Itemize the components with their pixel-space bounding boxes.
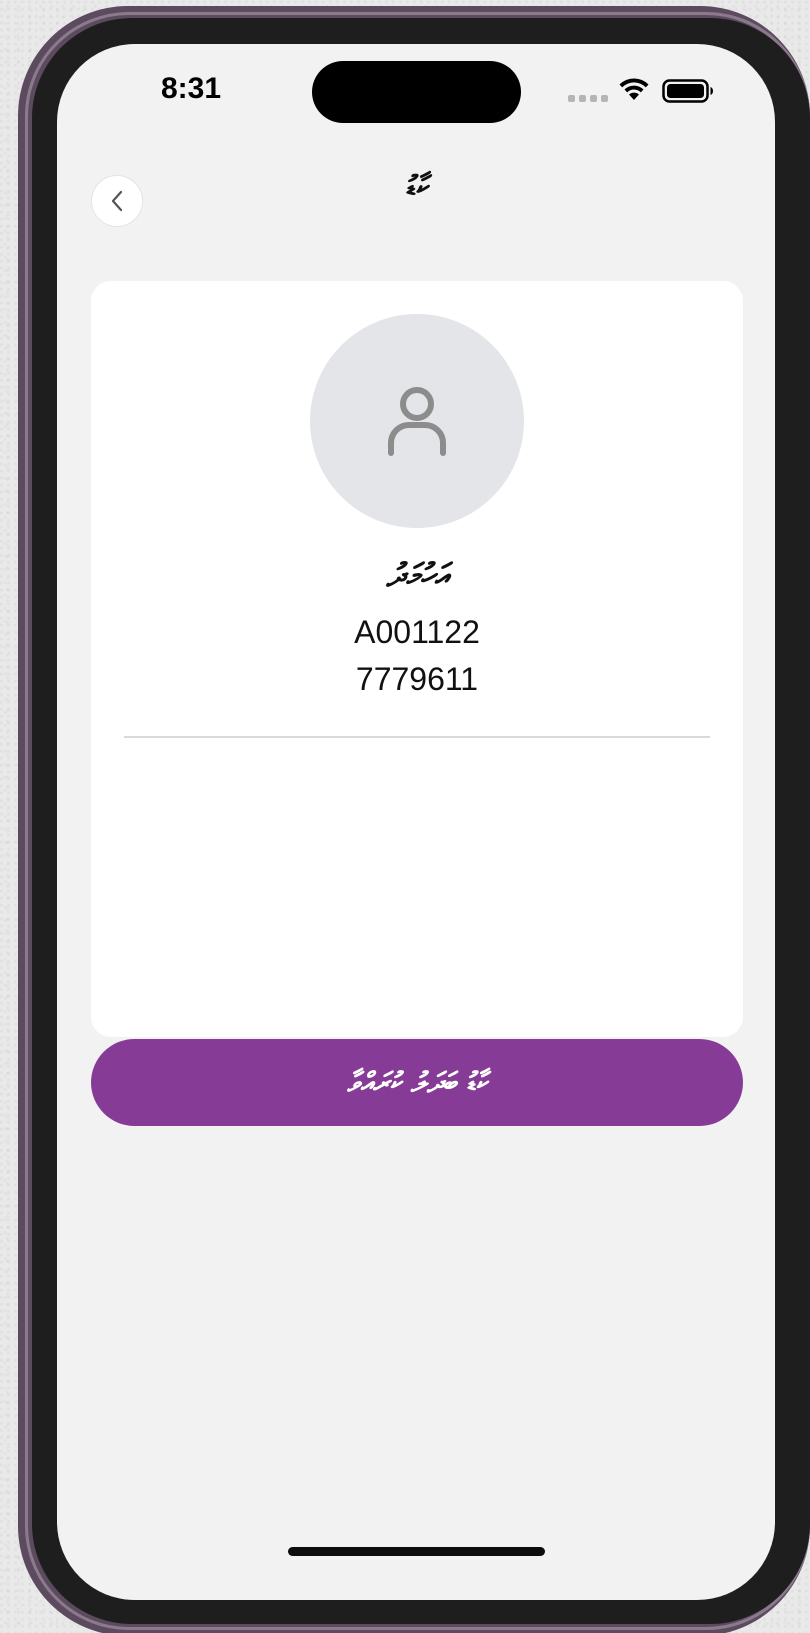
user-icon bbox=[388, 387, 446, 456]
home-indicator bbox=[288, 1547, 545, 1556]
signal-dots-icon bbox=[568, 95, 608, 102]
profile-card: އަހުމަދު A001122 7779611 bbox=[91, 281, 743, 1037]
change-card-button[interactable]: ކާޑު ބަދަލު ކުރައްވާ bbox=[91, 1039, 743, 1126]
dynamic-island bbox=[312, 61, 521, 123]
status-time: 8:31 bbox=[161, 72, 222, 105]
back-button[interactable] bbox=[91, 175, 143, 227]
chevron-left-icon bbox=[111, 190, 123, 212]
battery-icon bbox=[662, 79, 713, 103]
wifi-icon bbox=[619, 78, 649, 100]
profile-phone-number: 7779611 bbox=[355, 661, 479, 697]
avatar bbox=[310, 314, 524, 528]
card-divider bbox=[124, 736, 710, 738]
page-title: ކާޑު bbox=[404, 170, 428, 205]
profile-name: އަހުމަދު bbox=[386, 556, 448, 594]
profile-id-number: A001122 bbox=[354, 614, 480, 650]
app-screen: 8:31 ކާޑު އަހުމަދު A001122 7779611 ކާޑު bbox=[57, 44, 775, 1600]
